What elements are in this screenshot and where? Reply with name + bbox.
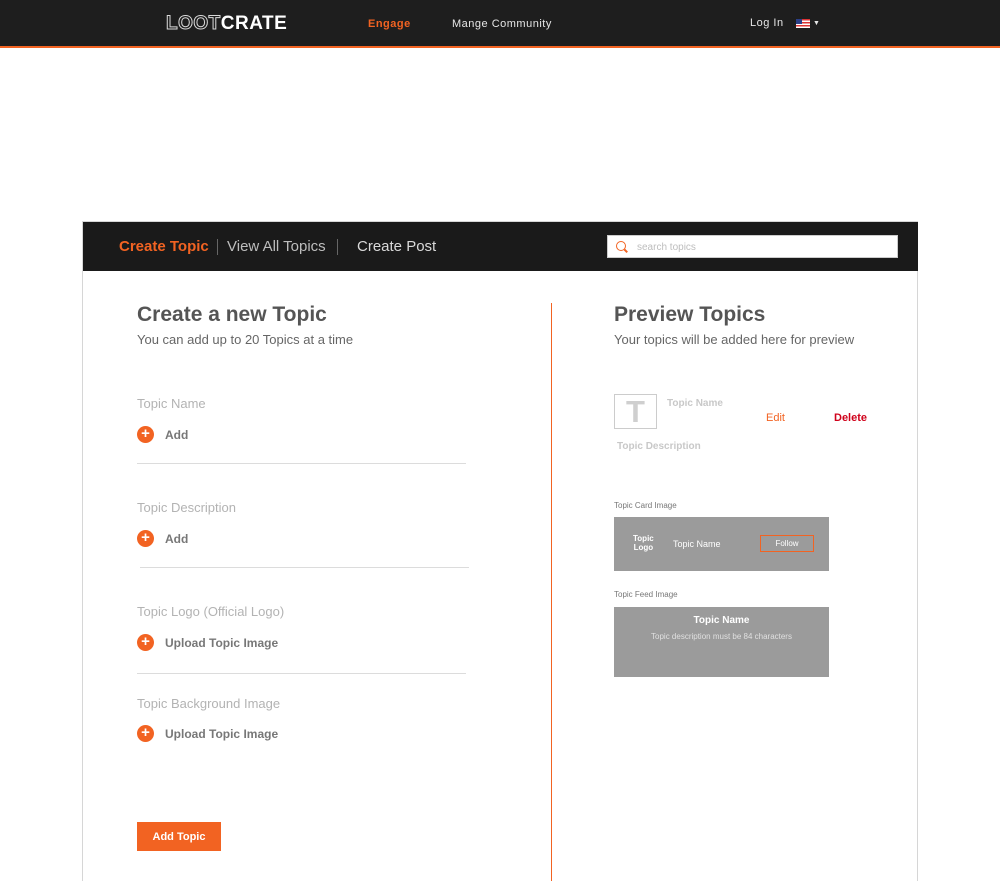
top-navbar: LOOTCRATE Engage Mange Community Log In … <box>0 0 1000 48</box>
search-icon <box>616 241 626 251</box>
form-subtitle: You can add up to 20 Topics at a time <box>137 332 354 347</box>
divider <box>137 673 466 674</box>
edit-link[interactable]: Edit <box>766 412 785 424</box>
upload-topic-logo-button[interactable]: + Upload Topic Image <box>137 634 287 652</box>
topic-feed-preview: Topic Name Topic description must be 84 … <box>614 607 829 677</box>
nav-manage-community-link[interactable]: Mange Community <box>452 18 552 30</box>
topic-logo-placeholder: T <box>614 394 657 429</box>
card-topic-name: Topic Name <box>673 539 721 549</box>
topic-background-label: Topic Background Image <box>137 696 281 711</box>
upload-label: Upload Topic Image <box>165 727 279 741</box>
chevron-down-icon[interactable]: ▼ <box>813 20 820 27</box>
tab-separator <box>217 239 218 255</box>
upload-topic-background-button[interactable]: + Upload Topic Image <box>137 725 287 743</box>
preview-topic-description: Topic Description <box>617 441 701 452</box>
logo-crate-text: CRATE <box>220 13 288 34</box>
tab-create-post[interactable]: Create Post <box>357 238 436 255</box>
divider <box>137 463 466 464</box>
add-topic-description-button[interactable]: + Add <box>137 530 197 548</box>
add-label: Add <box>165 428 189 442</box>
tab-create-topic[interactable]: Create Topic <box>119 238 209 255</box>
divider <box>140 567 469 568</box>
tab-separator <box>337 239 338 255</box>
upload-label: Upload Topic Image <box>165 636 279 650</box>
card-logo-text: Topic Logo <box>633 534 654 552</box>
topic-panel: Create Topic View All Topics Create Post… <box>82 221 918 881</box>
add-label: Add <box>165 532 189 546</box>
add-topic-name-button[interactable]: + Add <box>137 426 197 444</box>
search-input[interactable] <box>637 239 892 255</box>
feed-topic-description: Topic description must be 84 characters <box>651 632 792 641</box>
plus-icon: + <box>137 634 154 651</box>
plus-icon: + <box>137 530 154 547</box>
plus-icon: + <box>137 426 154 443</box>
topic-card-preview: Topic Logo Topic Name Follow <box>614 517 829 571</box>
lootcrate-logo[interactable]: LOOTCRATE <box>166 13 287 35</box>
us-flag-icon[interactable] <box>796 19 810 28</box>
preview-subtitle: Your topics will be added here for previ… <box>614 332 855 347</box>
delete-link[interactable]: Delete <box>834 412 867 424</box>
column-divider <box>551 303 552 881</box>
tab-view-all-topics[interactable]: View All Topics <box>227 238 326 255</box>
topic-logo-label: Topic Logo (Official Logo) <box>137 604 285 619</box>
search-box[interactable] <box>607 235 898 258</box>
form-title: Create a new Topic <box>137 303 327 326</box>
topic-card-image-label: Topic Card Image <box>614 501 677 510</box>
topic-description-label: Topic Description <box>137 500 236 515</box>
add-topic-button[interactable]: Add Topic <box>137 822 221 851</box>
nav-login-link[interactable]: Log In <box>750 17 784 29</box>
logo-loot-text: LOOT <box>166 13 221 35</box>
topic-name-label: Topic Name <box>137 396 206 411</box>
panel-header: Create Topic View All Topics Create Post <box>83 222 918 271</box>
plus-icon: + <box>137 725 154 742</box>
topic-feed-image-label: Topic Feed Image <box>614 590 678 599</box>
feed-topic-name: Topic Name <box>693 615 750 626</box>
preview-title: Preview Topics <box>614 303 766 326</box>
nav-engage-link[interactable]: Engage <box>368 18 411 30</box>
preview-topic-name: Topic Name <box>667 398 723 409</box>
follow-button[interactable]: Follow <box>760 535 814 552</box>
